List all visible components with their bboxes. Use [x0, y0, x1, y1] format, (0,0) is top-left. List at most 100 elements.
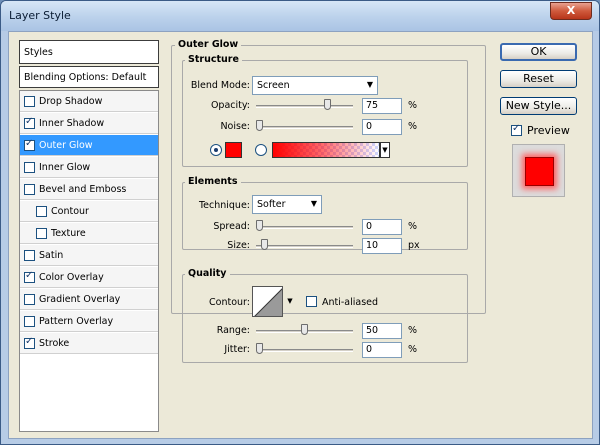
contour-label: Contour:	[209, 297, 250, 308]
style-item-color-overlay[interactable]: Color Overlay	[20, 267, 158, 288]
preview-checkbox[interactable]	[511, 123, 522, 136]
style-item-label: Satin	[39, 249, 64, 261]
color-overlay-checkbox[interactable]	[24, 270, 35, 283]
opacity-unit: %	[408, 100, 418, 111]
bevel-and-emboss-checkbox[interactable]	[24, 183, 35, 195]
gradient-dropdown-arrow[interactable]: ▼	[380, 142, 390, 158]
style-item-label: Inner Shadow	[39, 117, 105, 129]
preview-label: Preview	[527, 124, 570, 137]
window-title: Layer Style	[9, 9, 71, 22]
style-item-label: Texture	[51, 227, 86, 239]
glow-color-swatch[interactable]	[225, 142, 242, 158]
jitter-slider-track[interactable]	[256, 349, 353, 352]
reset-button[interactable]: Reset	[500, 70, 577, 88]
style-item-label: Bevel and Emboss	[39, 183, 127, 195]
jitter-slider-thumb[interactable]	[256, 343, 263, 354]
styles-panel: Styles Blending Options: Default Drop Sh…	[19, 40, 159, 432]
spread-slider-track[interactable]	[256, 226, 353, 229]
range-label: Range:	[216, 325, 250, 336]
styles-header-label: Styles	[24, 47, 53, 58]
ok-button[interactable]: OK	[500, 43, 577, 61]
style-item-bevel-and-emboss[interactable]: Bevel and Emboss	[20, 179, 158, 200]
outer-glow-checkbox[interactable]	[24, 138, 35, 151]
contour-curve-icon	[254, 288, 282, 316]
size-input[interactable]: 10	[362, 238, 402, 254]
satin-checkbox[interactable]	[24, 249, 35, 261]
range-slider-thumb[interactable]	[301, 324, 308, 335]
noise-slider-track[interactable]	[256, 126, 353, 129]
stroke-checkbox[interactable]	[24, 336, 35, 349]
size-label: Size:	[227, 240, 250, 251]
blending-options-item[interactable]: Blending Options: Default	[19, 66, 159, 88]
style-item-drop-shadow[interactable]: Drop Shadow	[20, 91, 158, 112]
spread-slider-thumb[interactable]	[256, 220, 263, 231]
style-item-inner-glow[interactable]: Inner Glow	[20, 157, 158, 178]
size-slider-thumb[interactable]	[261, 239, 268, 250]
anti-aliased-label: Anti-aliased	[322, 297, 379, 308]
style-item-gradient-overlay[interactable]: Gradient Overlay	[20, 289, 158, 310]
contour-checkbox[interactable]	[36, 205, 47, 217]
style-item-label: Gradient Overlay	[39, 293, 121, 305]
opacity-label: Opacity:	[210, 100, 250, 111]
style-item-label: Color Overlay	[39, 271, 104, 283]
opacity-slider-track[interactable]	[256, 105, 353, 108]
noise-input[interactable]: 0	[362, 119, 402, 135]
style-item-label: Inner Glow	[39, 161, 91, 173]
gradient-radio[interactable]	[255, 144, 267, 156]
style-item-contour[interactable]: Contour	[20, 201, 158, 222]
technique-label: Technique:	[198, 200, 250, 211]
inner-glow-checkbox[interactable]	[24, 161, 35, 173]
close-button[interactable]: X	[550, 2, 592, 20]
noise-unit: %	[408, 121, 418, 132]
drop-shadow-checkbox[interactable]	[24, 95, 35, 107]
blend-mode-select[interactable]: Screen ▼	[252, 76, 378, 95]
range-unit: %	[408, 325, 418, 336]
style-item-label: Contour	[51, 205, 89, 217]
glow-gradient-picker[interactable]	[272, 142, 380, 158]
contour-dropdown-arrow[interactable]: ▼	[285, 294, 295, 310]
pattern-overlay-checkbox[interactable]	[24, 315, 35, 327]
opacity-slider-thumb[interactable]	[324, 99, 331, 110]
noise-slider-thumb[interactable]	[256, 120, 263, 131]
blend-mode-label: Blend Mode:	[190, 80, 250, 91]
structure-title: Structure	[185, 54, 242, 65]
spread-label: Spread:	[213, 221, 250, 232]
gradient-overlay-checkbox[interactable]	[24, 293, 35, 305]
new-style-button[interactable]: New Style...	[500, 97, 577, 115]
opacity-input[interactable]: 75	[362, 98, 402, 114]
range-input[interactable]: 50	[362, 323, 402, 339]
layer-style-window: Layer Style X Styles Blending Options: D…	[0, 0, 600, 445]
style-item-texture[interactable]: Texture	[20, 223, 158, 244]
style-item-inner-shadow[interactable]: Inner Shadow	[20, 113, 158, 134]
spread-unit: %	[408, 221, 418, 232]
solid-color-radio[interactable]	[210, 144, 222, 156]
inner-shadow-checkbox[interactable]	[24, 116, 35, 129]
quality-title: Quality	[185, 268, 230, 279]
texture-checkbox[interactable]	[36, 227, 47, 239]
style-item-label: Pattern Overlay	[39, 315, 114, 327]
size-unit: px	[408, 240, 420, 251]
chevron-down-icon: ▼	[310, 199, 317, 208]
jitter-label: Jitter:	[224, 344, 250, 355]
blending-options-label: Blending Options: Default	[24, 72, 147, 83]
dialog-client-area: Styles Blending Options: Default Drop Sh…	[8, 31, 593, 439]
title-bar[interactable]: Layer Style X	[1, 1, 599, 31]
style-item-label: Stroke	[39, 337, 70, 349]
style-item-satin[interactable]: Satin	[20, 245, 158, 266]
style-item-label: Drop Shadow	[39, 95, 103, 107]
style-item-stroke[interactable]: Stroke	[20, 333, 158, 354]
technique-select[interactable]: Softer ▼	[252, 195, 322, 214]
technique-value: Softer	[257, 199, 286, 210]
outer-glow-title: Outer Glow	[175, 39, 242, 50]
jitter-input[interactable]: 0	[362, 342, 402, 358]
noise-label: Noise:	[220, 121, 250, 132]
jitter-unit: %	[408, 344, 418, 355]
spread-input[interactable]: 0	[362, 219, 402, 235]
size-slider-track[interactable]	[256, 245, 353, 248]
blend-mode-value: Screen	[257, 80, 290, 91]
contour-preview[interactable]	[252, 286, 283, 317]
anti-aliased-checkbox[interactable]	[306, 296, 317, 307]
styles-header[interactable]: Styles	[19, 40, 159, 64]
style-item-outer-glow[interactable]: Outer Glow	[20, 135, 158, 156]
style-item-pattern-overlay[interactable]: Pattern Overlay	[20, 311, 158, 332]
